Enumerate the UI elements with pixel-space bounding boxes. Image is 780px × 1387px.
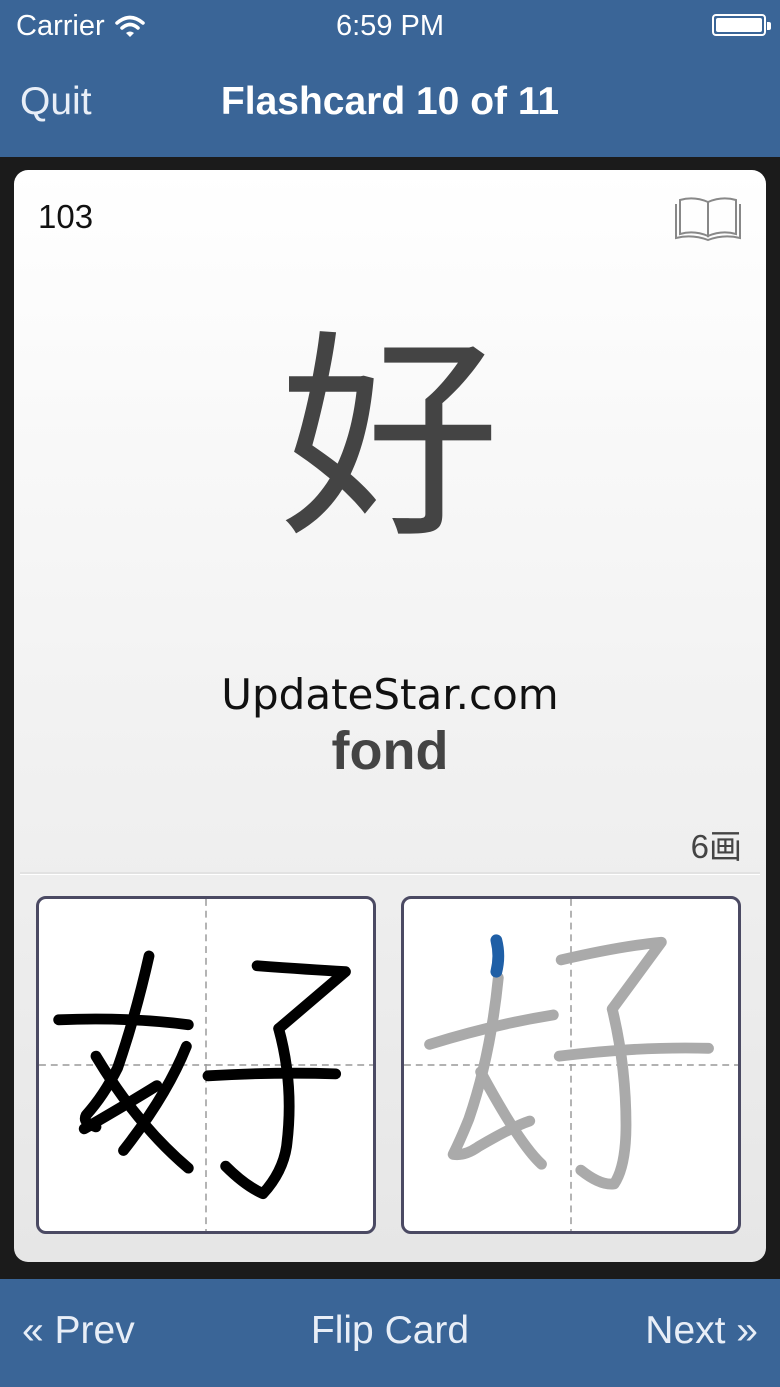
watermark-text: UpdateStar.com [221, 670, 559, 719]
kanji-meaning: fond [331, 721, 449, 781]
page-title: Flashcard 10 of 11 [220, 80, 560, 123]
book-icon[interactable] [674, 194, 742, 242]
card-number: 103 [38, 198, 94, 235]
flashcard[interactable]: 103 好 UpdateStar.com fond 6画 [14, 170, 766, 1262]
status-time: 6:59 PM [336, 10, 444, 42]
next-button[interactable]: Next » [645, 1309, 758, 1353]
kanji-handwriting-full [39, 899, 373, 1231]
stroke-count: 6画 [690, 828, 742, 865]
kanji-stroke-guide [404, 899, 738, 1231]
kanji-character: 好 [279, 312, 500, 568]
stroke-order-full-box [36, 896, 376, 1234]
bottom-toolbar: Flip Card « Prev Next » [0, 1279, 780, 1387]
battery-icon [712, 14, 771, 36]
quit-button[interactable]: Quit [20, 80, 92, 124]
stroke-order-guide-box[interactable] [401, 896, 741, 1234]
navigation-bar: Carrier 6:59 PM Flashcard 10 of 11 Quit [0, 0, 780, 157]
prev-button[interactable]: « Prev [22, 1309, 135, 1353]
divider [20, 872, 760, 875]
